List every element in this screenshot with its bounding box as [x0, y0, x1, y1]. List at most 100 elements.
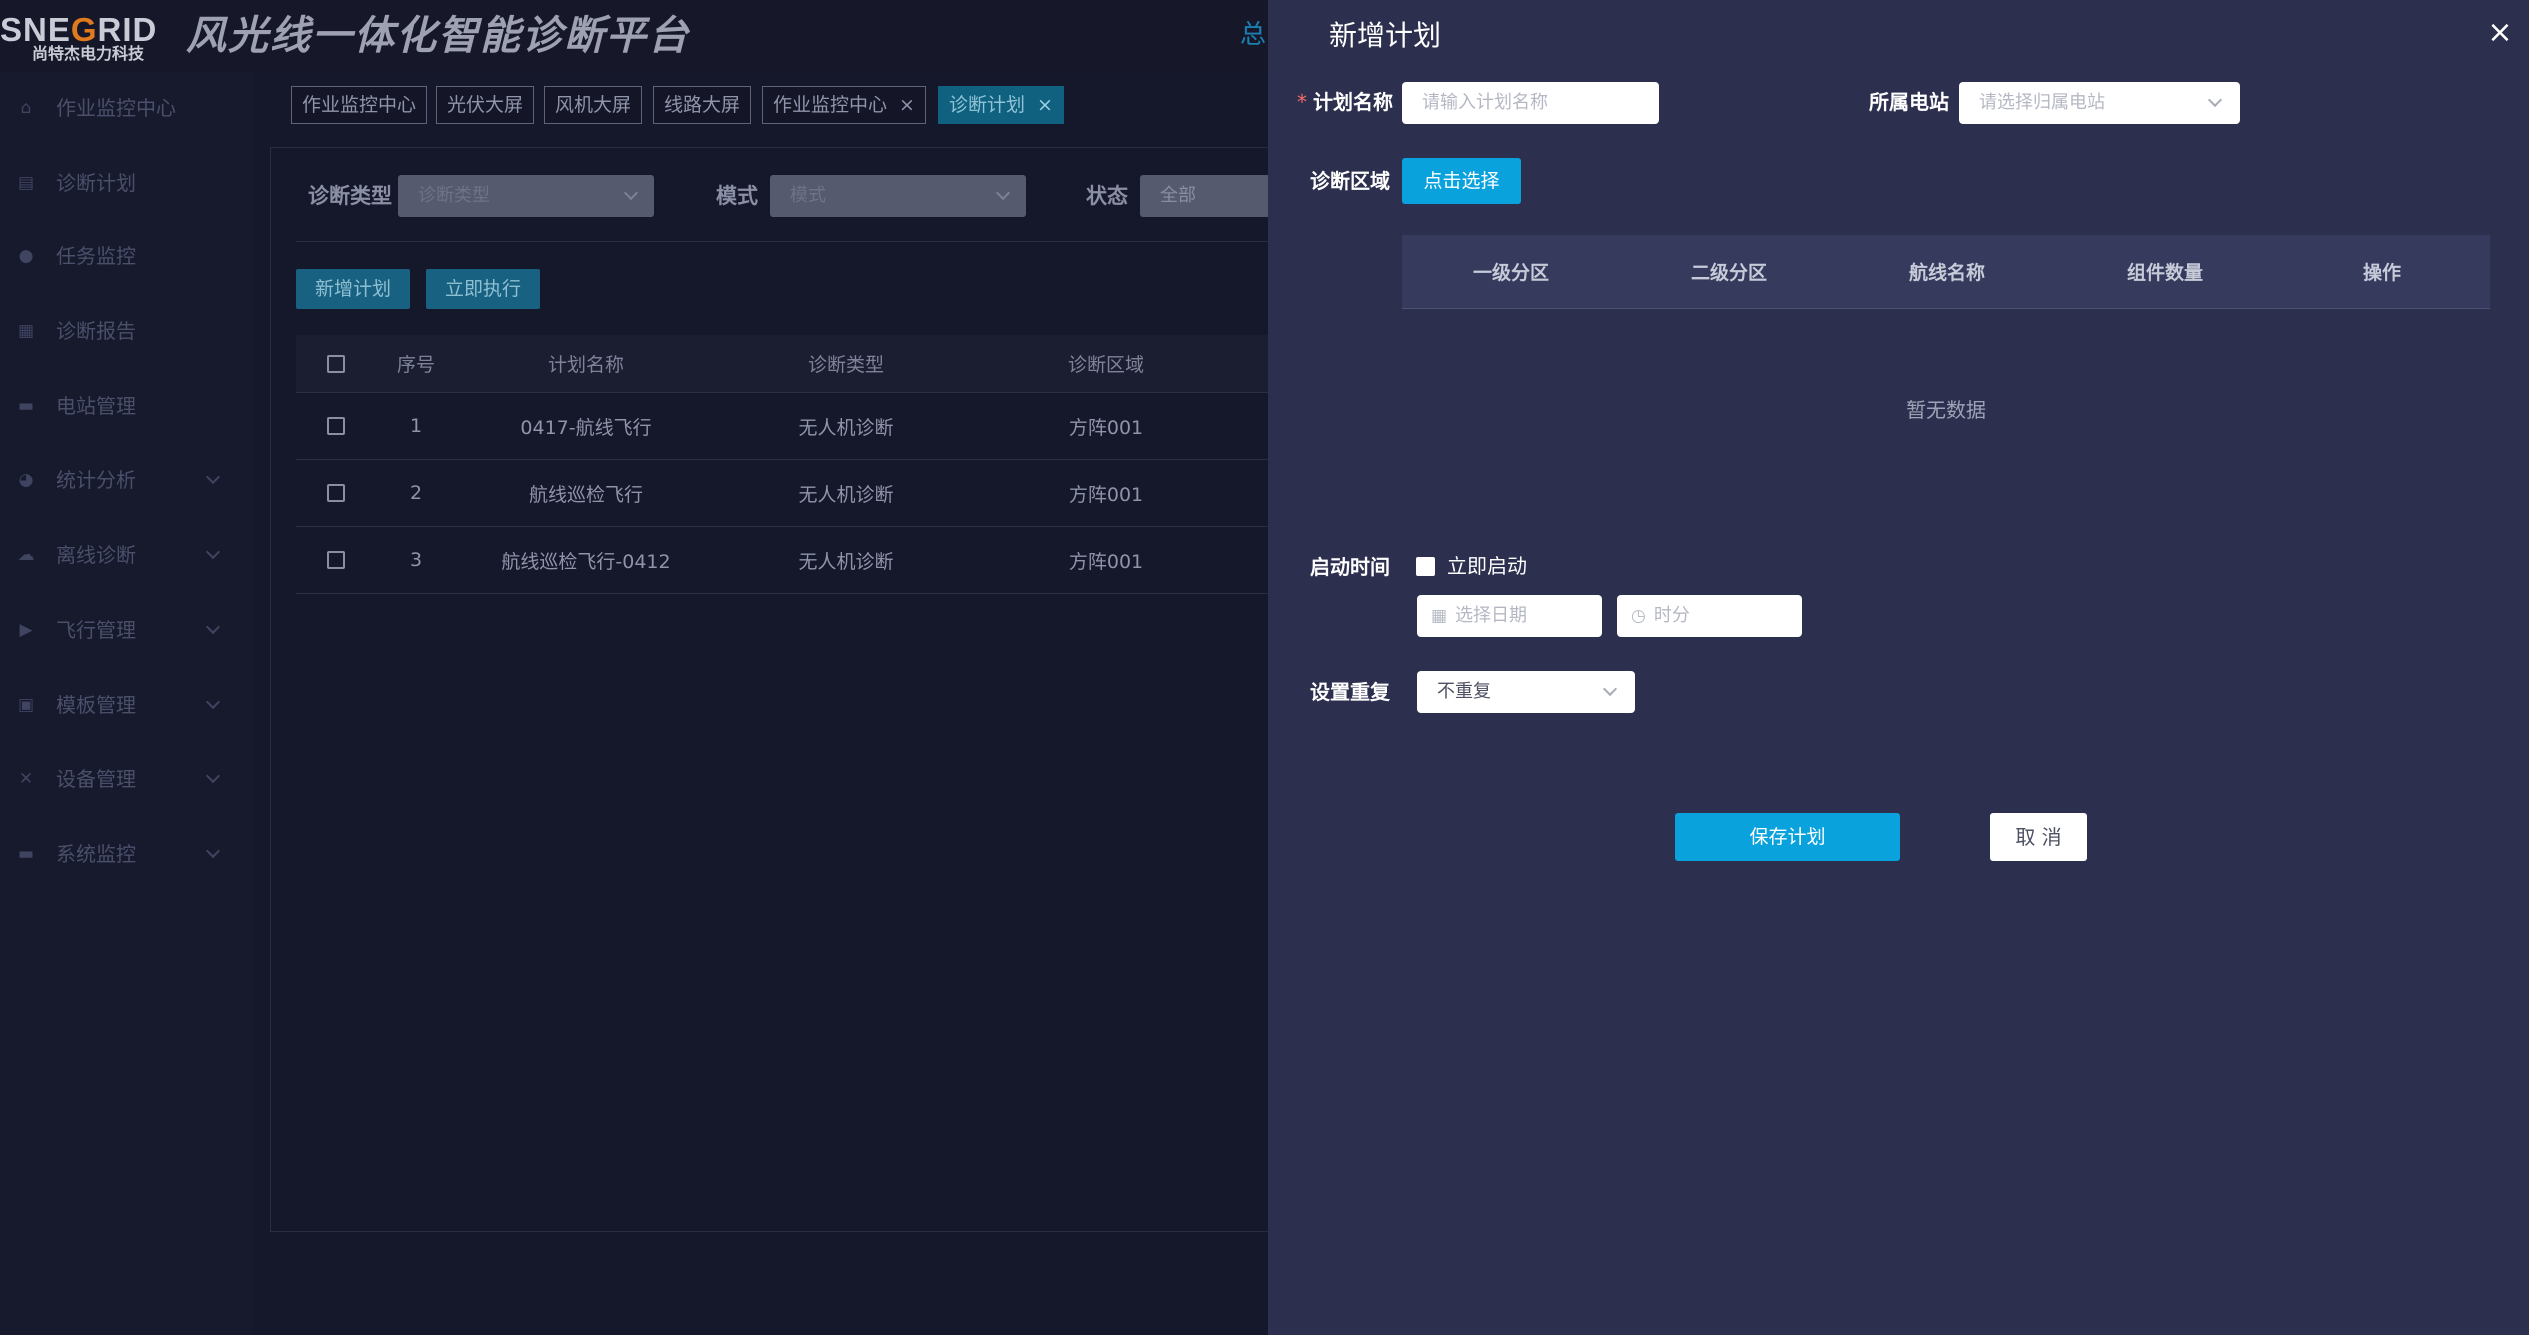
filter-status-select[interactable]: 全部 [1140, 175, 1270, 217]
start-now-checkbox[interactable] [1416, 557, 1435, 576]
report-icon: ▦ [17, 321, 35, 341]
column-header: 诊断类型 [807, 354, 884, 376]
sidebar-item-task-monitor[interactable]: ● 任务监控 [0, 224, 253, 288]
repeat-select[interactable]: 不重复 [1417, 671, 1635, 713]
chevron-down-icon [995, 185, 1011, 201]
sidebar-item-statistics[interactable]: ◕ 统计分析 [0, 448, 253, 512]
chevron-down-icon [205, 843, 221, 859]
tag-ops-center[interactable]: 作业监控中心 [291, 86, 428, 124]
plan-icon: ▤ [17, 173, 35, 193]
chevron-down-icon [1602, 681, 1618, 697]
sidebar-item-stations[interactable]: ▬ 电站管理 [0, 374, 253, 438]
chevron-down-icon [205, 619, 221, 635]
save-plan-button[interactable]: 保存计划 [1675, 813, 1900, 861]
sidebar-item-label: 设备管理 [56, 767, 136, 791]
row-index: 3 [409, 549, 423, 571]
row-index: 1 [409, 415, 423, 437]
main-panel: 诊断类型 诊断类型 模式 模式 状态 全部 新增计划 立即执行 序号 计划名称 … [270, 147, 1271, 1232]
table-row[interactable]: 3 航线巡检飞行-0412 无人机诊断 方阵001 [296, 527, 1271, 594]
tag-line-screen[interactable]: 线路大屏 [653, 86, 752, 124]
station-label: 所属电站 [1869, 90, 1949, 114]
logo-text-pre: SNE [0, 11, 71, 48]
row-checkbox[interactable] [327, 417, 345, 435]
date-picker[interactable]: ▦ 选择日期 [1417, 595, 1602, 637]
select-area-button[interactable]: 点击选择 [1402, 158, 1521, 204]
row-plan-name: 航线巡检飞行 [528, 483, 643, 506]
area-table-header: 一级分区 二级分区 航线名称 组件数量 操作 [1402, 235, 2490, 309]
column-header: 计划名称 [547, 354, 624, 376]
tag-wind-screen[interactable]: 风机大屏 [544, 86, 643, 124]
template-icon: ▣ [17, 695, 35, 715]
sidebar-item-devices[interactable]: ✕ 设备管理 [0, 747, 253, 811]
add-plan-button[interactable]: 新增计划 [296, 269, 410, 309]
sidebar-item-flight[interactable]: ▶ 飞行管理 [0, 598, 253, 662]
home-icon: ⌂ [20, 98, 32, 118]
column-header: 航线名称 [1908, 262, 1985, 284]
header-right-text[interactable]: 总 [1240, 18, 1266, 52]
row-checkbox[interactable] [327, 551, 345, 569]
table-header: 序号 计划名称 诊断类型 诊断区域 [296, 335, 1271, 393]
sidebar-item-plans[interactable]: ▤ 诊断计划 [0, 151, 253, 215]
station-icon: ▬ [17, 396, 35, 416]
execute-now-button[interactable]: 立即执行 [426, 269, 540, 309]
filter-mode-select[interactable]: 模式 [770, 175, 1026, 217]
system-icon: ▬ [17, 844, 35, 864]
tag-ops-center-2[interactable]: 作业监控中心 × [762, 86, 926, 124]
logo: SNEGRID 尚特杰电力科技 [0, 11, 160, 63]
chevron-down-icon [2207, 92, 2223, 108]
divider [296, 241, 1271, 242]
filter-status-label: 状态 [1086, 184, 1128, 208]
sidebar-item-templates[interactable]: ▣ 模板管理 [0, 673, 253, 737]
sidebar-item-label: 模板管理 [56, 693, 136, 717]
row-diagnosis-area: 方阵001 [1068, 483, 1144, 506]
table-row[interactable]: 1 0417-航线飞行 无人机诊断 方阵001 [296, 393, 1271, 460]
logo-subtitle: 尚特杰电力科技 [32, 44, 145, 63]
row-diagnosis-type: 无人机诊断 [798, 416, 894, 439]
sidebar-item-label: 电站管理 [56, 394, 136, 418]
row-index: 2 [409, 482, 423, 504]
close-icon[interactable]: × [899, 94, 915, 116]
column-header: 诊断区域 [1067, 354, 1144, 376]
table-row[interactable]: 2 航线巡检飞行 无人机诊断 方阵001 [296, 460, 1271, 527]
select-all-checkbox[interactable] [327, 354, 345, 373]
sidebar-item-ops-center[interactable]: ⌂ 作业监控中心 [0, 76, 253, 140]
column-header: 一级分区 [1472, 262, 1549, 284]
plan-name-input[interactable]: 请输入计划名称 [1402, 82, 1659, 124]
time-picker[interactable]: ◷ 时分 [1617, 595, 1802, 637]
chevron-down-icon [205, 694, 221, 710]
sidebar-item-label: 作业监控中心 [56, 96, 176, 120]
sidebar-item-system[interactable]: ▬ 系统监控 [0, 822, 253, 886]
station-select[interactable]: 请选择归属电站 [1959, 82, 2240, 124]
row-checkbox[interactable] [327, 484, 345, 502]
empty-state-text: 暂无数据 [1906, 398, 1986, 422]
column-header: 组件数量 [2126, 262, 2203, 284]
sidebar-item-label: 任务监控 [56, 244, 136, 268]
column-header: 二级分区 [1690, 262, 1767, 284]
sidebar-item-label: 飞行管理 [56, 618, 136, 642]
logo-text-g: G [70, 11, 98, 48]
sidebar-item-reports[interactable]: ▦ 诊断报告 [0, 299, 253, 363]
repeat-label: 设置重复 [1310, 680, 1390, 704]
row-diagnosis-type: 无人机诊断 [798, 483, 894, 506]
sidebar-item-label: 诊断报告 [56, 319, 136, 343]
chevron-down-icon [205, 544, 221, 560]
row-diagnosis-type: 无人机诊断 [798, 550, 894, 573]
plan-name-label: * 计划名称 [1297, 90, 1393, 114]
sidebar-item-offline[interactable]: ☁ 离线诊断 [0, 523, 253, 587]
close-icon[interactable]: × [1037, 94, 1053, 116]
cancel-button[interactable]: 取 消 [1990, 813, 2087, 861]
close-icon[interactable]: × [2483, 16, 2517, 50]
tag-pv-screen[interactable]: 光伏大屏 [436, 86, 535, 124]
tag-diagnosis-plan[interactable]: 诊断计划 × [938, 86, 1064, 124]
required-mark: * [1297, 90, 1307, 114]
offline-icon: ☁ [17, 545, 35, 565]
filter-type-select[interactable]: 诊断类型 [398, 175, 654, 217]
column-header: 序号 [396, 354, 435, 376]
area-label: 诊断区域 [1310, 169, 1390, 193]
calendar-icon: ▦ [1431, 606, 1448, 626]
start-now-label[interactable]: 立即启动 [1447, 551, 1527, 581]
filter-type-label: 诊断类型 [308, 184, 392, 208]
sidebar-item-label: 诊断计划 [56, 171, 136, 195]
row-plan-name: 航线巡检飞行-0412 [501, 550, 671, 573]
add-plan-drawer: 新增计划 × * 计划名称 请输入计划名称 所属电站 请选择归属电站 诊断区域 点… [1268, 0, 2529, 1335]
